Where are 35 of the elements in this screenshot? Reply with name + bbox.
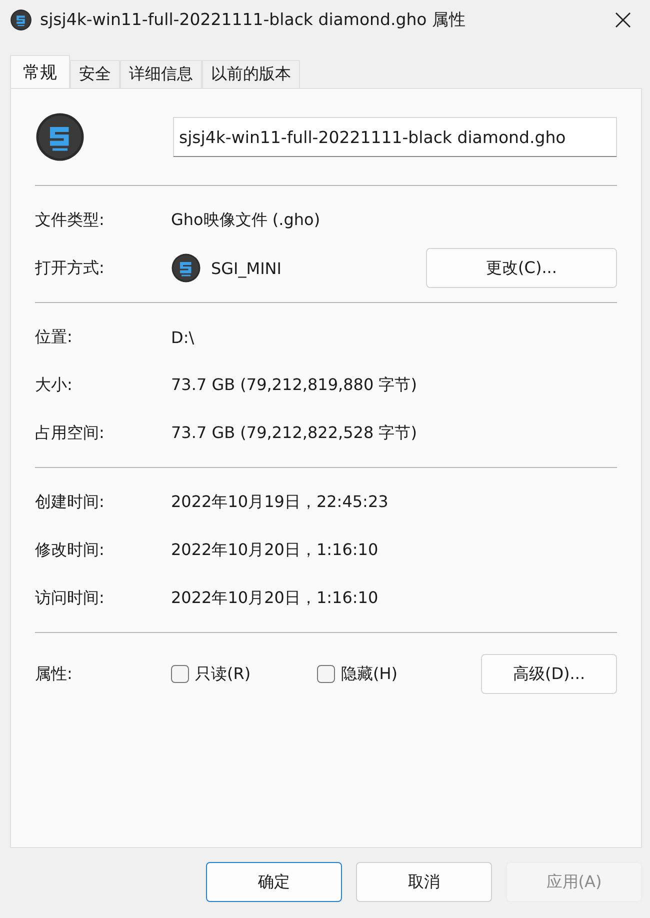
advanced-button[interactable]: 高级(D)... bbox=[481, 654, 617, 694]
file-icon bbox=[35, 112, 85, 162]
checkbox[interactable] bbox=[317, 665, 335, 683]
field-label: 文件类型: bbox=[35, 210, 106, 230]
dialog-button[interactable]: 取消 bbox=[356, 862, 492, 902]
field-label: 创建时间: bbox=[35, 492, 106, 512]
field-label: 打开方式: bbox=[35, 258, 106, 278]
dialog-button[interactable]: 确定 bbox=[206, 862, 342, 902]
window-title: sjsj4k-win11-full-20221111-black diamond.gho 属性 bbox=[40, 9, 468, 31]
tab[interactable]: 安全 bbox=[70, 60, 120, 88]
checkbox-label[interactable]: 只读(R) bbox=[195, 664, 251, 684]
close-icon[interactable] bbox=[614, 11, 632, 29]
checkbox[interactable] bbox=[171, 665, 189, 683]
field-value: 2022年10月20日，1:16:10 bbox=[171, 588, 378, 608]
checkbox-label[interactable]: 隐藏(H) bbox=[341, 664, 398, 684]
field-label: 大小: bbox=[35, 374, 74, 396]
tab[interactable]: 以前的版本 bbox=[202, 60, 300, 88]
field-label: 属性: bbox=[35, 664, 74, 684]
field-label: 访问时间: bbox=[35, 588, 106, 608]
field-value: 73.7 GB (79,212,819,880 字节) bbox=[171, 374, 417, 396]
field-value: D:\ bbox=[171, 328, 194, 346]
field-value: SGI_MINI bbox=[211, 258, 282, 278]
tab[interactable]: 详细信息 bbox=[120, 60, 202, 88]
field-value: 2022年10月20日，1:16:10 bbox=[171, 540, 378, 560]
field-label: 位置: bbox=[35, 326, 74, 348]
app-icon bbox=[10, 9, 32, 31]
change-button[interactable]: 更改(C)... bbox=[426, 248, 617, 288]
field-value: 73.7 GB (79,212,822,528 字节) bbox=[171, 422, 417, 444]
file-name-field[interactable]: sjsj4k-win11-full-20221111-black diamond.gho bbox=[173, 117, 617, 157]
app-icon bbox=[171, 253, 201, 283]
tab[interactable]: 常规 bbox=[10, 55, 70, 88]
field-label: 占用空间: bbox=[35, 422, 106, 444]
field-value: 2022年10月19日，22:45:23 bbox=[171, 492, 388, 512]
field-value: Gho映像文件 (.gho) bbox=[171, 210, 320, 230]
field-label: 修改时间: bbox=[35, 540, 106, 560]
